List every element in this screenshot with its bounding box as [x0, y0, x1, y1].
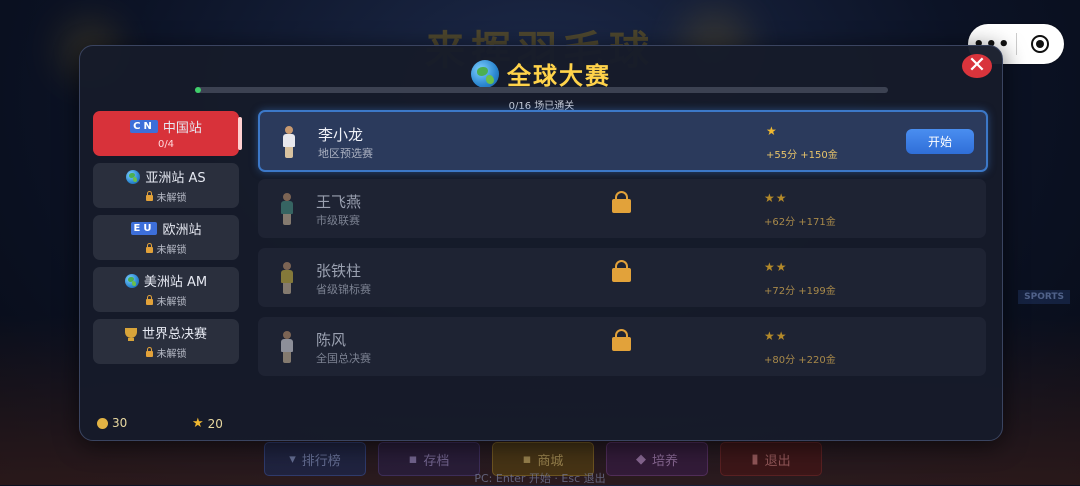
coin-counter: 30 — [97, 416, 127, 430]
coin-icon — [97, 417, 108, 429]
opponent-name: 王飞燕 — [316, 193, 362, 211]
star-icon: ★ — [192, 416, 204, 431]
exit-icon: ▮ — [751, 451, 759, 467]
sidebar-item-label: 欧洲站 — [162, 223, 202, 238]
start-button[interactable]: 开始 — [906, 129, 974, 154]
keyboard-hint: PC: Enter 开始 · Esc 退出 — [474, 472, 606, 485]
lock-icon — [612, 329, 631, 351]
difficulty-stars: ★★ — [764, 329, 788, 343]
modal-header: 全球大赛 — [80, 56, 1002, 91]
target-icon — [1031, 35, 1050, 53]
trophy-icon — [124, 327, 137, 341]
close-button[interactable]: ✕ — [962, 54, 992, 78]
match-stage: 省级锦标赛 — [316, 283, 371, 296]
difficulty-stars: ★★ — [764, 260, 788, 274]
player-avatar — [278, 193, 296, 225]
lock-icon — [145, 243, 153, 253]
opponent-name: 陈风 — [316, 331, 347, 349]
match-card[interactable]: 李小龙 地区预选赛 ★ +55分 +150金 开始 — [258, 110, 988, 172]
match-card: 张铁柱 省级锦标赛 ★★ +72分 +199金 — [258, 248, 986, 307]
match-reward: +55分 +150金 — [766, 150, 838, 161]
save-icon: ▪ — [408, 451, 418, 467]
star-count: 20 — [207, 416, 223, 431]
modal-title: 全球大赛 — [507, 62, 611, 90]
sidebar-item-label: 亚洲站 AS — [145, 171, 206, 186]
trophy-icon: ▾ — [289, 451, 296, 467]
match-reward: +80分 +220金 — [764, 355, 836, 366]
sidebar-item-europe[interactable]: EU 欧洲站 未解锁 — [93, 215, 239, 260]
sidebar-item-label: 美洲站 AM — [143, 275, 208, 290]
player-avatar — [280, 126, 298, 158]
opponent-name: 张铁柱 — [316, 262, 362, 280]
eu-badge: EU — [130, 222, 158, 235]
sidebar-item-china[interactable]: CN 中国站 0/4 — [93, 111, 242, 156]
global-tournament-modal: 全球大赛 ✕ 0/16 场已通关 CN 中国站 0/4 亚洲站 AS 未解锁 EU… — [79, 45, 1003, 441]
sidebar-item-status: 未解锁 — [156, 193, 187, 204]
coin-count: 30 — [112, 416, 128, 430]
sidebar-item-label: 中国站 — [162, 121, 202, 136]
match-stage: 全国总决赛 — [316, 352, 371, 365]
sidebar-item-status: 未解锁 — [156, 245, 187, 256]
match-reward: +62分 +171金 — [764, 217, 836, 228]
star-counter: ★ 20 — [192, 416, 223, 431]
sidebar-item-progress: 0/4 — [157, 139, 175, 150]
cn-badge: CN — [130, 120, 158, 133]
match-card: 陈风 全国总决赛 ★★ +80分 +220金 — [258, 317, 986, 376]
globe-icon — [471, 59, 499, 88]
sidebar-item-label: 世界总决赛 — [141, 327, 207, 342]
sidebar-item-americas[interactable]: 美洲站 AM 未解锁 — [93, 267, 239, 312]
difficulty-stars: ★ — [766, 124, 778, 138]
exit-miniprogram-button[interactable] — [1016, 35, 1064, 53]
progress-bar — [195, 87, 888, 93]
progress-fill — [195, 87, 201, 93]
sports-sign: SPORTS — [1018, 290, 1070, 304]
lock-icon — [145, 347, 153, 357]
match-reward: +72分 +199金 — [764, 286, 836, 297]
sidebar-item-asia[interactable]: 亚洲站 AS 未解锁 — [93, 163, 239, 208]
match-card: 王飞燕 市级联赛 ★★ +62分 +171金 — [258, 179, 986, 238]
sidebar-item-world-finals[interactable]: 世界总决赛 未解锁 — [93, 319, 239, 364]
sidebar-item-status: 未解锁 — [156, 297, 187, 308]
match-stage: 市级联赛 — [316, 214, 360, 227]
lock-icon — [612, 260, 631, 282]
opponent-name: 李小龙 — [318, 126, 364, 144]
sidebar-item-status: 未解锁 — [156, 349, 187, 360]
player-avatar — [278, 331, 296, 363]
globe-icon — [126, 169, 141, 184]
shop-icon: ▪ — [522, 451, 532, 467]
lock-icon — [145, 191, 153, 201]
player-avatar — [278, 262, 296, 294]
lock-icon — [145, 295, 153, 305]
match-stage: 地区预选赛 — [318, 147, 373, 160]
lock-icon — [612, 191, 631, 213]
difficulty-stars: ★★ — [764, 191, 788, 205]
muscle-icon: ◆ — [635, 451, 646, 467]
globe-icon — [124, 273, 139, 288]
